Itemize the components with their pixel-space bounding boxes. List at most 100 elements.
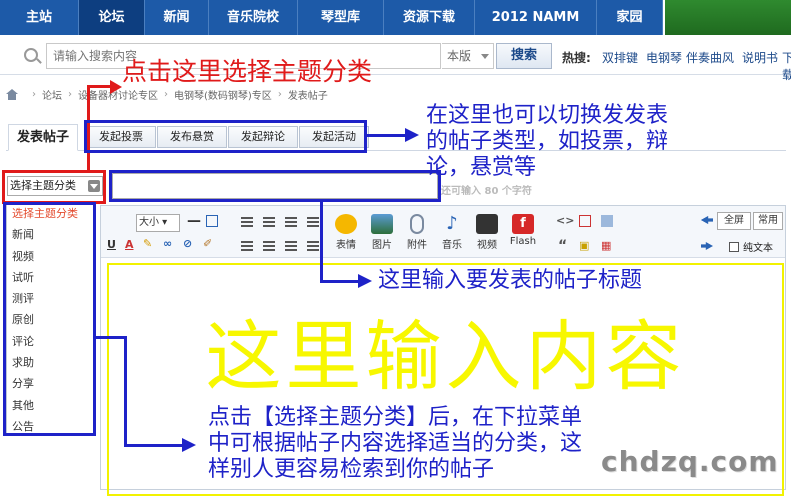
align-left-icon[interactable]: [241, 217, 253, 227]
blue-arrow-line: [320, 280, 360, 283]
breadcrumb-item: 发表帖子: [287, 90, 328, 102]
horizontal-rule-icon[interactable]: —: [187, 213, 201, 229]
image-icon: [371, 214, 393, 234]
annotation-switch-type-2: 的帖子类型，如投票，辩: [426, 129, 669, 154]
nav-item-home-space[interactable]: 家园: [597, 0, 663, 35]
align-right-icon[interactable]: [285, 217, 297, 227]
quote-icon[interactable]: “: [558, 238, 567, 254]
annotation-dropdown-1: 点击【选择主题分类】后，在下拉菜单: [208, 405, 583, 430]
font-size-label: 大小: [139, 217, 159, 228]
emoji-button[interactable]: 表情: [329, 214, 363, 251]
image-label: 图片: [372, 240, 392, 251]
search-scope-label: 本版: [447, 49, 472, 63]
video-label: 视频: [477, 240, 497, 251]
hot-link[interactable]: 电钢琴: [646, 49, 682, 66]
nav-item-namm[interactable]: 2012 NAMM: [475, 0, 597, 35]
home-icon[interactable]: [6, 88, 18, 100]
page-icon[interactable]: [601, 215, 613, 227]
site-watermark: chdzq.com: [601, 445, 779, 478]
unordered-list-icon[interactable]: [263, 241, 275, 251]
annotation-switch-type-1: 在这里也可以切换发发表: [426, 103, 669, 128]
hot-search-label: 热搜:: [562, 51, 591, 65]
insert-box-icon[interactable]: [579, 215, 591, 227]
breadcrumb: › 论坛 › 设备器材讨论专区 › 电钢琴(数码钢琴)专区 › 发表帖子: [6, 86, 328, 102]
ordered-list-icon[interactable]: [241, 241, 253, 251]
nav-item-forum[interactable]: 论坛: [79, 0, 145, 35]
plain-text-checkbox[interactable]: [729, 242, 739, 252]
attachment-button[interactable]: 附件: [400, 214, 434, 251]
flash-icon: f: [512, 214, 534, 234]
annotation-select-category: 点击这里选择主题分类: [122, 57, 373, 86]
video-button[interactable]: 视频: [470, 214, 504, 251]
attachment-label: 附件: [407, 240, 427, 251]
annotation-dropdown-2: 中可根据帖子内容选择适当的分类，这: [208, 431, 583, 456]
search-icon: [24, 48, 38, 62]
table-icon[interactable]: [206, 215, 218, 227]
breadcrumb-separator: ›: [277, 88, 282, 100]
code-icon[interactable]: <>: [556, 214, 574, 227]
fullscreen-button[interactable]: 全屏: [717, 212, 751, 230]
nav-item-downloads[interactable]: 资源下载: [384, 0, 475, 35]
image-button[interactable]: 图片: [365, 214, 399, 251]
nav-item-music-schools[interactable]: 音乐院校: [209, 0, 298, 35]
hot-link[interactable]: 双排键: [602, 49, 638, 66]
category-select-highlight: [2, 170, 106, 204]
hot-link[interactable]: 伴奏曲风: [686, 49, 734, 66]
blue-arrow-line: [124, 336, 127, 446]
title-input-highlight: [109, 170, 441, 202]
char-count-hint: 还可输入 80 个字符: [441, 186, 532, 197]
indent-icon[interactable]: [285, 241, 297, 251]
redo-icon[interactable]: [701, 242, 713, 250]
breadcrumb-item[interactable]: 电钢琴(数码钢琴)专区: [174, 87, 272, 102]
align-center-icon[interactable]: [263, 217, 275, 227]
flash-button[interactable]: f Flash: [506, 214, 540, 247]
gift-icon[interactable]: ▦: [601, 239, 611, 252]
music-button[interactable]: ♪ 音乐: [435, 213, 469, 252]
common-button[interactable]: 常用: [753, 212, 783, 230]
annotation-dropdown-3: 样别人更容易检索到你的帖子: [208, 457, 495, 482]
nav-item-model-library[interactable]: 琴型库: [298, 0, 384, 35]
flash-label: Flash: [509, 236, 537, 247]
breadcrumb-item[interactable]: 论坛: [42, 87, 62, 102]
breadcrumb-separator: ›: [164, 88, 168, 100]
breadcrumb-separator: ›: [32, 88, 36, 100]
breadcrumb-separator: ›: [68, 88, 72, 100]
highlight-icon[interactable]: ✎: [143, 237, 152, 250]
search-scope-select[interactable]: 本版: [442, 43, 494, 69]
link-icon[interactable]: ∞: [163, 237, 172, 250]
clear-format-icon[interactable]: ✐: [203, 237, 212, 250]
annotation-switch-type-3: 论，悬赏等: [426, 155, 537, 180]
hot-link[interactable]: 下载: [782, 49, 791, 83]
nav-banner: [663, 0, 791, 35]
emoji-icon: [335, 214, 357, 234]
blue-arrow-line: [367, 134, 407, 137]
annotation-title-hint: 这里输入要发表的帖子标题: [378, 268, 643, 293]
align-justify-icon[interactable]: [307, 217, 319, 227]
unlink-icon[interactable]: ⊘: [183, 237, 192, 250]
music-label: 音乐: [442, 240, 462, 251]
font-color-icon[interactable]: A: [125, 238, 134, 251]
undo-icon[interactable]: [701, 216, 713, 224]
editor-toolbar: 大小 ▾ — U A ✎ ∞ ⊘ ✐ 表情 图片 附件 ♪ 音乐 视频 f Fl…: [101, 206, 785, 258]
chevron-down-icon: [481, 54, 489, 59]
film-icon: [476, 214, 498, 234]
paperclip-icon: [410, 214, 424, 234]
plain-text-label: 纯文本: [743, 243, 773, 254]
nav-item-news[interactable]: 新闻: [145, 0, 209, 35]
font-size-select[interactable]: 大小 ▾: [136, 214, 180, 232]
nav-item-home[interactable]: 主站: [0, 0, 79, 35]
underline-icon[interactable]: U: [107, 238, 116, 251]
post-type-highlight: [84, 120, 367, 153]
blue-arrow-line: [124, 444, 184, 447]
search-bar: 本版 搜索 热搜: 双排键 电钢琴 伴奏曲风 说明书 下载: [0, 37, 791, 82]
search-button[interactable]: 搜索: [496, 43, 552, 69]
blue-arrow-head: [182, 438, 196, 452]
hot-link[interactable]: 说明书: [742, 49, 778, 66]
blue-arrow-line: [320, 202, 323, 282]
red-arrow-head: [110, 80, 122, 94]
tab-post[interactable]: 发表帖子: [8, 124, 78, 151]
emoji-label: 表情: [336, 240, 356, 251]
outdent-icon[interactable]: [307, 241, 319, 251]
lock-icon[interactable]: ▣: [579, 239, 589, 252]
music-note-icon: ♪: [446, 213, 458, 234]
